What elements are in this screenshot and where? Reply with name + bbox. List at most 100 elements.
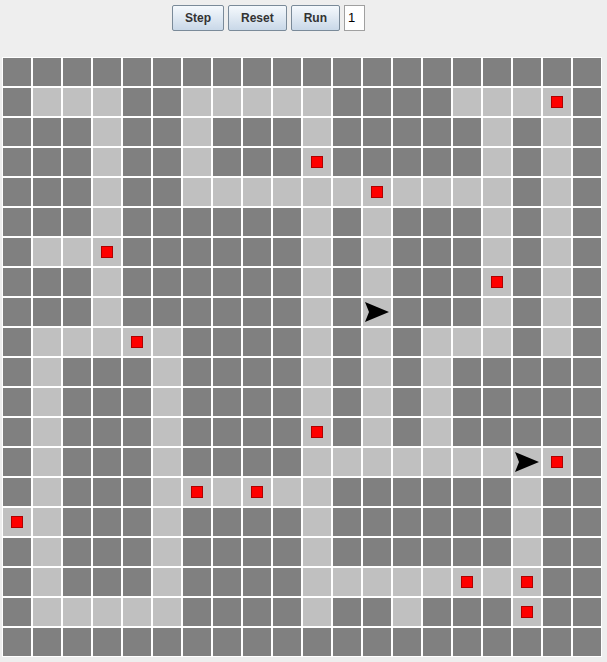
wall-cell [393,538,421,566]
wall-cell [393,328,421,356]
wall-cell [273,148,301,176]
wall-cell [183,418,211,446]
floor-cell [183,178,211,206]
floor-cell [273,178,301,206]
wall-cell [63,418,91,446]
floor-cell [513,88,541,116]
wall-cell [183,448,211,476]
floor-cell [153,568,181,596]
floor-cell [153,598,181,626]
step-button[interactable]: Step [172,5,224,31]
floor-cell [423,388,451,416]
wall-cell [453,538,481,566]
wall-cell [123,118,151,146]
floor-cell [543,328,571,356]
wall-cell [363,508,391,536]
wall-cell [393,628,421,656]
wall-cell [3,328,31,356]
wall-cell [453,478,481,506]
wall-cell [513,118,541,146]
wall-cell [243,358,271,386]
floor-cell [483,178,511,206]
floor-cell [543,148,571,176]
wall-cell [333,268,361,296]
wall-cell [573,358,601,386]
floor-cell [243,88,271,116]
wall-cell [3,208,31,236]
floor-cell [213,178,241,206]
wall-cell [183,208,211,236]
wall-cell [273,628,301,656]
floor-cell [543,208,571,236]
wall-cell [3,628,31,656]
wall-cell [33,148,61,176]
wall-cell [273,508,301,536]
floor-cell [153,328,181,356]
floor-cell [363,238,391,266]
floor-cell [33,238,61,266]
floor-cell [303,508,331,536]
floor-cell [303,418,331,446]
wall-cell [243,628,271,656]
wall-cell [483,508,511,536]
wall-cell [453,298,481,326]
toolbar: StepResetRun [0,0,607,57]
wall-cell [183,358,211,386]
wall-cell [3,58,31,86]
wall-cell [333,418,361,446]
wall-cell [423,478,451,506]
wall-cell [213,328,241,356]
floor-cell [243,478,271,506]
wall-cell [213,298,241,326]
wall-cell [453,508,481,536]
wall-cell [213,538,241,566]
wall-cell [363,598,391,626]
floor-cell [33,328,61,356]
wall-cell [3,148,31,176]
wall-cell [123,238,151,266]
wall-cell [243,268,271,296]
floor-cell [363,178,391,206]
step-count-field[interactable] [344,5,365,31]
floor-cell [123,598,151,626]
floor-cell [153,508,181,536]
wall-cell [63,478,91,506]
floor-cell [33,478,61,506]
wall-cell [273,568,301,596]
wall-cell [123,418,151,446]
wall-cell [333,58,361,86]
wall-cell [423,148,451,176]
floor-cell [363,358,391,386]
wall-cell [63,568,91,596]
wall-cell [483,58,511,86]
floor-cell [303,208,331,236]
floor-cell [303,598,331,626]
floor-cell [93,328,121,356]
wall-cell [363,478,391,506]
wall-cell [273,598,301,626]
wall-cell [243,448,271,476]
item-icon [101,246,113,258]
agent-icon [365,302,389,322]
wall-cell [423,508,451,536]
reset-button[interactable]: Reset [228,5,287,31]
wall-cell [153,58,181,86]
floor-cell [183,88,211,116]
wall-cell [513,628,541,656]
wall-cell [333,208,361,236]
wall-cell [483,358,511,386]
floor-cell [33,508,61,536]
wall-cell [3,598,31,626]
floor-cell [513,448,541,476]
wall-cell [243,568,271,596]
wall-cell [573,208,601,236]
wall-cell [33,298,61,326]
floor-cell [153,358,181,386]
floor-cell [543,268,571,296]
floor-cell [483,148,511,176]
run-button[interactable]: Run [291,5,340,31]
wall-cell [303,628,331,656]
wall-cell [243,58,271,86]
item-icon [461,576,473,588]
wall-cell [423,118,451,146]
